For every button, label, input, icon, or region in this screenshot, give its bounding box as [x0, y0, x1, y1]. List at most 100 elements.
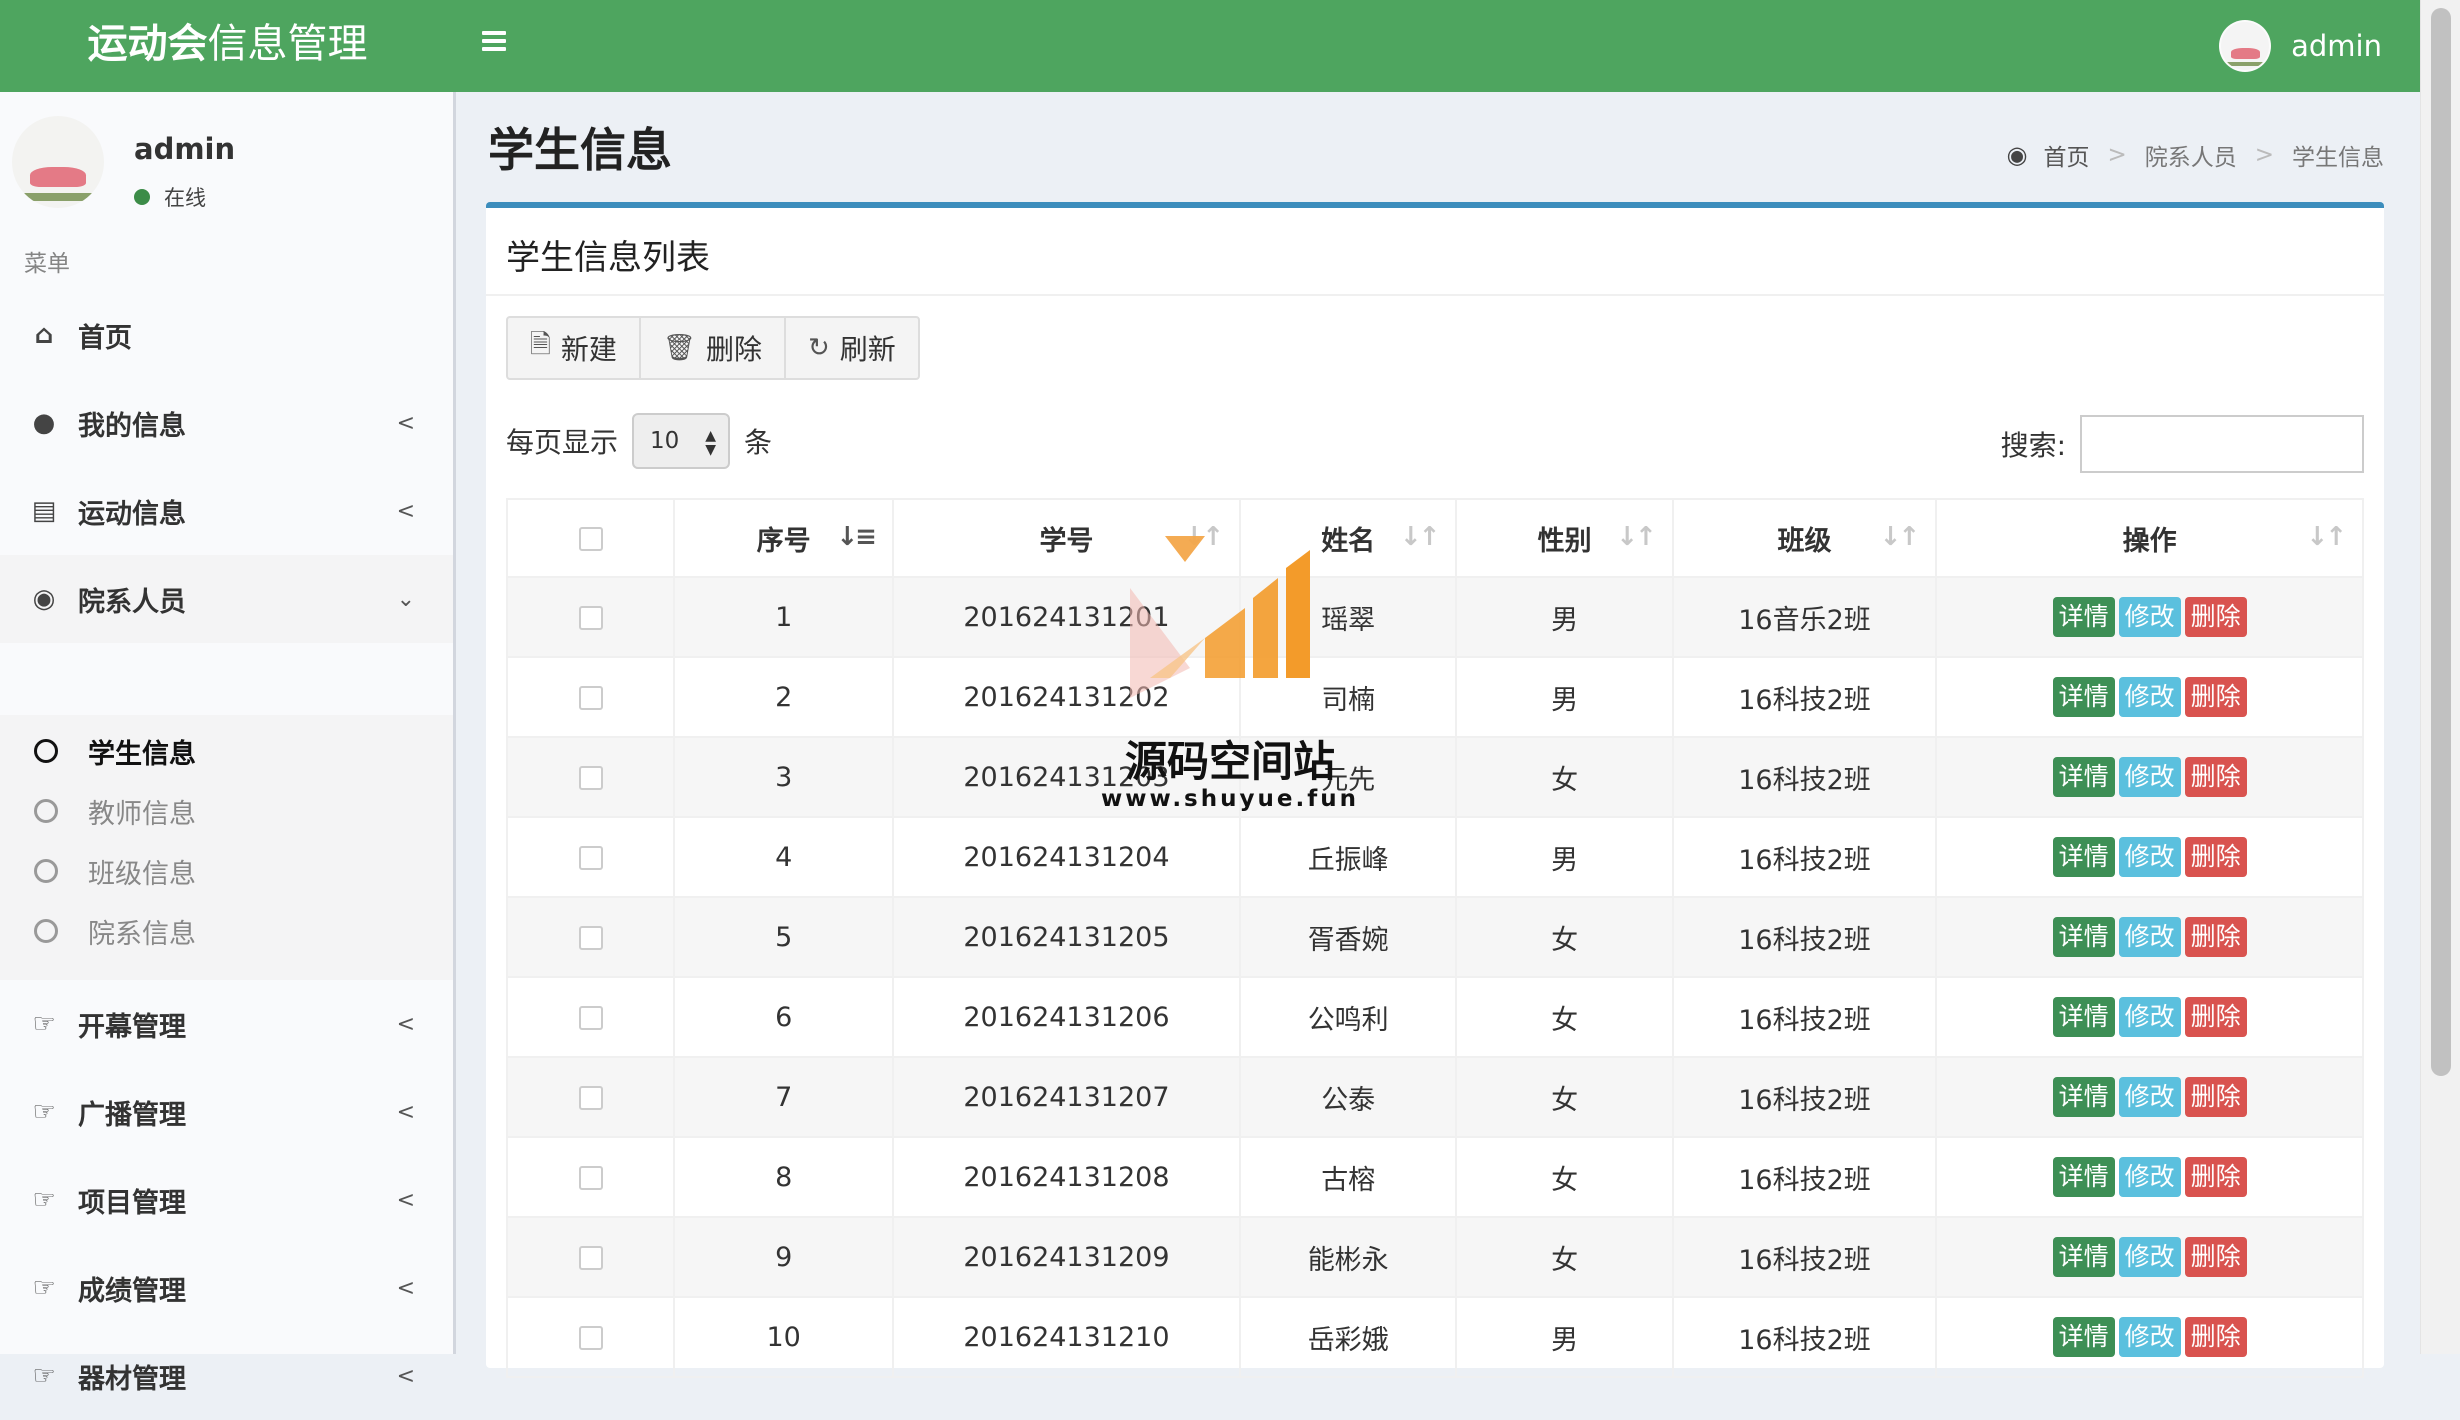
cell-index: 5 — [673, 896, 894, 978]
thumbs-up-icon: ☞ — [32, 1009, 56, 1039]
edit-button[interactable]: 修改 — [2118, 837, 2181, 877]
refresh-button[interactable]: ↻ 刷新 — [783, 316, 920, 380]
cell-gender: 男 — [1455, 1296, 1674, 1378]
detail-button[interactable]: 详情 — [2052, 997, 2115, 1037]
sidebar-item-staff[interactable]: ◉ 院系人员 ⌄ — [0, 555, 453, 643]
sidebar-item-broadcast[interactable]: ☞ 广播管理 < — [0, 1068, 453, 1156]
submenu-item-class-info[interactable]: 班级信息 — [0, 841, 453, 901]
row-delete-button[interactable]: 删除 — [2184, 1317, 2247, 1357]
column-header-index[interactable]: 序号 ↓≡ — [673, 498, 894, 578]
scrollbar-thumb[interactable] — [2431, 8, 2451, 1076]
column-header-name[interactable]: 姓名 ↓↑ — [1238, 498, 1458, 578]
table-header-row: 序号 ↓≡ 学号 ↓↑ 姓名 ↓↑ 性别 ↓↑ 班级 ↓↑ 操作 ↓↑ — [505, 498, 2364, 578]
row-delete-button[interactable]: 删除 — [2184, 597, 2247, 637]
table-row: 3 201624131203 元先女 16科技2班 详情 修改 删除 — [505, 736, 2364, 818]
detail-button[interactable]: 详情 — [2052, 1157, 2115, 1197]
status-text: 在线 — [164, 186, 206, 210]
column-header-label: 序号 — [756, 525, 811, 557]
sidebar-item-label: 广播管理 — [78, 1099, 186, 1131]
search-label: 搜索: — [2000, 429, 2066, 462]
cell-actions: 详情 修改 删除 — [1935, 736, 2364, 818]
edit-button[interactable]: 修改 — [2118, 1157, 2181, 1197]
column-header-class[interactable]: 班级 ↓↑ — [1671, 498, 1938, 578]
row-checkbox[interactable] — [578, 846, 603, 870]
row-checkbox[interactable] — [578, 1086, 603, 1110]
sidebar-item-sports-info[interactable]: ▤ 运动信息 < — [0, 467, 453, 555]
column-header-label: 操作 — [2122, 525, 2177, 557]
column-header-gender[interactable]: 性别 ↓↑ — [1455, 498, 1674, 578]
breadcrumb-link-home[interactable]: 首页 — [2043, 138, 2089, 172]
circle-icon — [34, 859, 58, 883]
app-logo[interactable]: 运动会信息管理 — [0, 0, 455, 92]
sidebar-item-my-info[interactable]: ● 我的信息 < — [0, 379, 453, 467]
row-select-cell — [505, 896, 676, 978]
row-delete-button[interactable]: 删除 — [2184, 917, 2247, 957]
detail-button[interactable]: 详情 — [2052, 1077, 2115, 1117]
row-checkbox[interactable] — [578, 1166, 603, 1190]
page-scrollbar[interactable] — [2420, 0, 2460, 1354]
sidebar-item-opening[interactable]: ☞ 开幕管理 < — [0, 980, 453, 1068]
submenu-item-teacher-info[interactable]: 教师信息 — [0, 781, 453, 841]
row-checkbox[interactable] — [578, 1006, 603, 1030]
edit-button[interactable]: 修改 — [2118, 917, 2181, 957]
cell-actions: 详情 修改 删除 — [1935, 816, 2364, 898]
detail-button[interactable]: 详情 — [2052, 1237, 2115, 1277]
sidebar-user-name: admin — [134, 132, 236, 166]
row-checkbox[interactable] — [578, 686, 603, 710]
detail-button[interactable]: 详情 — [2052, 677, 2115, 717]
row-delete-button[interactable]: 删除 — [2184, 1157, 2247, 1197]
cell-index: 2 — [673, 656, 894, 738]
row-delete-button[interactable]: 删除 — [2184, 1077, 2247, 1117]
sort-icon: ↓↑ — [2306, 522, 2347, 552]
submenu-item-student-info[interactable]: 学生信息 — [0, 721, 453, 781]
sidebar-toggle-hamburger-icon[interactable] — [478, 24, 512, 58]
user-menu[interactable]: admin — [2219, 16, 2382, 76]
column-header-student-id[interactable]: 学号 ↓↑ — [891, 498, 1241, 578]
row-checkbox[interactable] — [578, 926, 603, 950]
detail-button[interactable]: 详情 — [2052, 757, 2115, 797]
row-delete-button[interactable]: 删除 — [2184, 677, 2247, 717]
row-delete-button[interactable]: 删除 — [2184, 997, 2247, 1037]
column-header-actions[interactable]: 操作 ↓↑ — [1935, 498, 2364, 578]
select-all-checkbox[interactable] — [578, 527, 603, 551]
search-input[interactable] — [2080, 415, 2364, 473]
edit-button[interactable]: 修改 — [2118, 1317, 2181, 1357]
page-length-prefix: 每页显示 — [506, 426, 619, 459]
new-button[interactable]: 🗎 新建 — [506, 316, 641, 380]
edit-button[interactable]: 修改 — [2118, 597, 2181, 637]
row-delete-button[interactable]: 删除 — [2184, 757, 2247, 797]
edit-button[interactable]: 修改 — [2118, 997, 2181, 1037]
page-length-select[interactable]: 10 ▲ ▼ — [632, 413, 731, 469]
cell-student-id: 201624131203 — [891, 736, 1241, 818]
table-row: 6 201624131206 公鸣利女 16科技2班 详情 修改 删除 — [505, 976, 2364, 1058]
sidebar-item-events[interactable]: ☞ 项目管理 < — [0, 1156, 453, 1244]
row-checkbox[interactable] — [578, 1326, 603, 1350]
sidebar-item-equipment[interactable]: ☞ 器材管理 < — [0, 1332, 453, 1420]
row-select-cell — [505, 976, 676, 1058]
row-delete-button[interactable]: 删除 — [2184, 837, 2247, 877]
detail-button[interactable]: 详情 — [2052, 1317, 2115, 1357]
new-button-label: 新建 — [560, 333, 617, 366]
sidebar-item-label: 首页 — [78, 322, 132, 354]
sidebar-item-scores[interactable]: ☞ 成绩管理 < — [0, 1244, 453, 1332]
edit-button[interactable]: 修改 — [2118, 1077, 2181, 1117]
row-checkbox[interactable] — [578, 766, 603, 790]
row-delete-button[interactable]: 删除 — [2184, 1237, 2247, 1277]
submenu-item-department-info[interactable]: 院系信息 — [0, 901, 453, 961]
edit-button[interactable]: 修改 — [2118, 677, 2181, 717]
edit-button[interactable]: 修改 — [2118, 1237, 2181, 1277]
cell-class: 16科技2班 — [1671, 896, 1938, 978]
detail-button[interactable]: 详情 — [2052, 837, 2115, 877]
breadcrumb-link-staff[interactable]: 院系人员 — [2145, 138, 2237, 172]
detail-button[interactable]: 详情 — [2052, 917, 2115, 957]
cell-index: 9 — [673, 1216, 894, 1298]
toolbar: 🗎 新建 🗑 删除 ↻ 刷新 — [506, 316, 920, 380]
cell-student-id: 201624131206 — [891, 976, 1241, 1058]
delete-button[interactable]: 🗑 删除 — [638, 316, 786, 380]
edit-button[interactable]: 修改 — [2118, 757, 2181, 797]
row-checkbox[interactable] — [578, 1246, 603, 1270]
column-header-label: 班级 — [1777, 525, 1832, 557]
detail-button[interactable]: 详情 — [2052, 597, 2115, 637]
sidebar-item-home[interactable]: ⌂ 首页 — [0, 291, 453, 379]
row-checkbox[interactable] — [578, 606, 603, 630]
